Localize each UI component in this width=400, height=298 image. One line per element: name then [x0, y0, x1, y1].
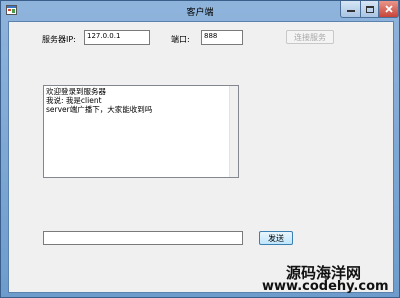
maximize-button[interactable]	[360, 1, 379, 18]
minimize-icon	[346, 10, 355, 12]
title-bar[interactable]: 客户端	[1, 1, 399, 21]
message-log-scrollbar[interactable]	[229, 86, 238, 177]
connect-button[interactable]: 连接服务	[286, 30, 334, 44]
port-label: 端口:	[171, 35, 190, 44]
message-line: server端广播下，大家能收到吗	[46, 105, 153, 114]
close-button[interactable]	[378, 1, 399, 18]
close-icon	[384, 5, 393, 13]
message-line: 我说: 我是client	[46, 96, 102, 105]
minimize-button[interactable]	[340, 1, 361, 18]
send-button[interactable]: 发送	[259, 231, 293, 245]
app-window: 客户端 服务器IP: 127.0.0.1 端口: 888 连接服务 欢迎登录到服…	[0, 0, 400, 298]
message-log[interactable]: 欢迎登录到服务器 我说: 我是client server端广播下，大家能收到吗	[43, 85, 239, 178]
message-input[interactable]	[43, 231, 243, 245]
form-client-area: 服务器IP: 127.0.0.1 端口: 888 连接服务 欢迎登录到服务器 我…	[8, 21, 394, 293]
message-line: 欢迎登录到服务器	[46, 87, 106, 96]
watermark-url: www.codehy.com	[262, 279, 389, 294]
server-ip-input[interactable]: 127.0.0.1	[84, 30, 150, 45]
port-input[interactable]: 888	[201, 30, 243, 45]
server-ip-label: 服务器IP:	[42, 35, 76, 44]
maximize-icon	[365, 5, 374, 13]
